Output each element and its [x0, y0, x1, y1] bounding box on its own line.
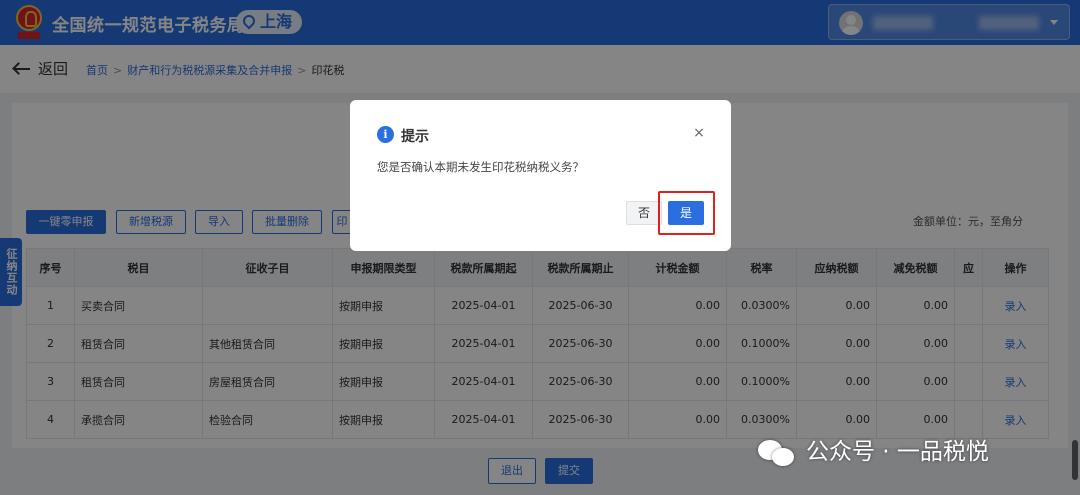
no-button[interactable]: 否	[626, 201, 662, 225]
wechat-icon	[758, 440, 798, 466]
highlight-box	[658, 191, 715, 235]
dialog-message: 您是否确认本期未发生印花税纳税义务？	[377, 160, 584, 174]
scrollbar[interactable]	[1072, 440, 1078, 480]
info-icon: i	[377, 126, 394, 143]
dialog-title: 提示	[401, 129, 429, 145]
watermark-text: 公众号 · 一品税悦	[806, 439, 989, 465]
confirm-dialog: i 提示 × 您是否确认本期未发生印花税纳税义务？ 否 是	[350, 100, 731, 251]
close-icon[interactable]: ×	[692, 126, 706, 140]
